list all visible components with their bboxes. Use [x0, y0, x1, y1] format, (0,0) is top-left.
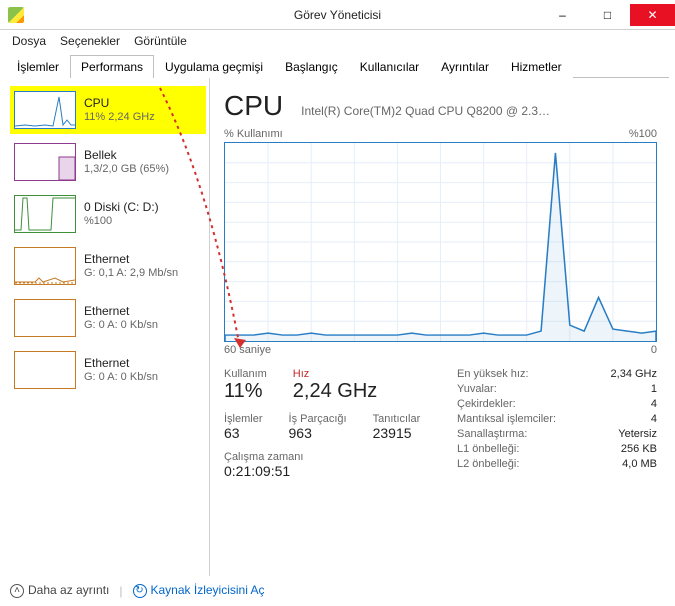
cpu-stats: Kullanım 11% Hız 2,24 GHz İşlemler 63 İş… [224, 368, 657, 479]
sidebar-item-ethernet-2[interactable]: Ethernet G: 0 A: 0 Kb/sn [10, 294, 206, 342]
sidebar-sublabel: 1,3/2,0 GB (65%) [84, 163, 169, 177]
chart-bottom-left-label: 60 saniye [224, 344, 271, 356]
sidebar-item-cpu[interactable]: CPU 11% 2,24 GHz [10, 86, 206, 134]
threads-value: 963 [289, 425, 347, 441]
resource-monitor-link[interactable]: ↻Kaynak İzleyicisini Aç [133, 583, 265, 598]
sidebar-label: CPU [84, 96, 155, 111]
disk-thumb [14, 195, 76, 233]
content-area: CPU 11% 2,24 GHz Bellek 1,3/2,0 GB (65%)… [0, 78, 675, 576]
close-button[interactable]: ✕ [630, 4, 675, 26]
cpu-model: Intel(R) Core(TM)2 Quad CPU Q8200 @ 2.3… [301, 104, 657, 118]
window-controls: – □ ✕ [540, 4, 675, 26]
detail-title: CPU [224, 90, 283, 122]
menu-view[interactable]: Görüntüle [128, 32, 193, 50]
logical-value: 4 [651, 413, 657, 425]
sidebar-sublabel: G: 0 A: 0 Kb/sn [84, 319, 158, 333]
speed-value: 2,24 GHz [293, 380, 377, 403]
fewer-details-link[interactable]: ˄Daha az ayrıntı [10, 583, 109, 598]
l1-value: 256 KB [621, 443, 657, 455]
tab-startup[interactable]: Başlangıç [274, 55, 349, 78]
virt-label: Sanallaştırma: [457, 428, 527, 440]
sidebar-label: Ethernet [84, 356, 158, 371]
maximize-button[interactable]: □ [585, 4, 630, 26]
sidebar-label: Ethernet [84, 304, 158, 319]
speed-label: Hız [293, 368, 377, 380]
ethernet-thumb [14, 247, 76, 285]
tab-app-history[interactable]: Uygulama geçmişi [154, 55, 274, 78]
threads-label: İş Parçacığı [289, 413, 347, 425]
cores-label: Çekirdekler: [457, 398, 516, 410]
footer-bar: ˄Daha az ayrıntı | ↻Kaynak İzleyicisini … [10, 583, 265, 598]
uptime-value: 0:21:09:51 [224, 463, 433, 479]
cpu-usage-chart [224, 142, 657, 342]
titlebar: Görev Yöneticisi – □ ✕ [0, 0, 675, 30]
cpu-chart-section: % Kullanımı %100 60 saniye 0 [224, 128, 657, 356]
resmon-icon: ↻ [133, 584, 147, 598]
sidebar-sublabel: 11% 2,24 GHz [84, 111, 155, 125]
processes-value: 63 [224, 425, 263, 441]
ethernet-thumb [14, 351, 76, 389]
tab-details[interactable]: Ayrıntılar [430, 55, 500, 78]
ethernet-thumb [14, 299, 76, 337]
window-title: Görev Yöneticisi [294, 8, 381, 22]
l2-value: 4,0 MB [622, 458, 657, 470]
handles-value: 23915 [373, 425, 421, 441]
tab-performance[interactable]: Performans [70, 55, 154, 78]
tab-strip: İşlemler Performans Uygulama geçmişi Baş… [6, 54, 669, 78]
app-icon [8, 7, 24, 23]
chart-top-right-label: %100 [629, 128, 657, 140]
sidebar-item-memory[interactable]: Bellek 1,3/2,0 GB (65%) [10, 138, 206, 186]
sidebar-label: 0 Diski (C: D:) [84, 200, 159, 215]
cpu-thumb [14, 91, 76, 129]
usage-value: 11% [224, 380, 267, 403]
tab-services[interactable]: Hizmetler [500, 55, 573, 78]
l2-label: L2 önbelleği: [457, 458, 519, 470]
menu-options[interactable]: Seçenekler [54, 32, 126, 50]
performance-sidebar: CPU 11% 2,24 GHz Bellek 1,3/2,0 GB (65%)… [0, 78, 210, 576]
sidebar-label: Bellek [84, 148, 169, 163]
sidebar-item-disk[interactable]: 0 Diski (C: D:) %100 [10, 190, 206, 238]
minimize-button[interactable]: – [540, 4, 585, 26]
menu-file[interactable]: Dosya [6, 32, 52, 50]
sidebar-label: Ethernet [84, 252, 178, 267]
cores-value: 4 [651, 398, 657, 410]
processes-label: İşlemler [224, 413, 263, 425]
detail-panel: CPU Intel(R) Core(TM)2 Quad CPU Q8200 @ … [210, 78, 675, 576]
sockets-label: Yuvalar: [457, 383, 497, 395]
chevron-up-icon: ˄ [10, 584, 24, 598]
sidebar-sublabel: %100 [84, 215, 159, 229]
tab-users[interactable]: Kullanıcılar [349, 55, 430, 78]
virt-value: Yetersiz [618, 428, 657, 440]
tab-processes[interactable]: İşlemler [6, 55, 70, 78]
memory-thumb [14, 143, 76, 181]
chart-top-left-label: % Kullanımı [224, 128, 283, 140]
menubar: Dosya Seçenekler Görüntüle [0, 30, 675, 52]
l1-label: L1 önbelleği: [457, 443, 519, 455]
sidebar-sublabel: G: 0 A: 0 Kb/sn [84, 371, 158, 385]
sidebar-item-ethernet-1[interactable]: Ethernet G: 0,1 A: 2,9 Mb/sn [10, 242, 206, 290]
uptime-label: Çalışma zamanı [224, 451, 433, 463]
chart-bottom-right-label: 0 [651, 344, 657, 356]
cpu-info-table: En yüksek hız: 2,34 GHz Yuvalar: 1 Çekirde… [457, 368, 657, 479]
usage-label: Kullanım [224, 368, 267, 380]
maxspeed-value: 2,34 GHz [611, 368, 657, 380]
logical-label: Mantıksal işlemciler: [457, 413, 556, 425]
separator: | [119, 584, 122, 598]
sidebar-item-ethernet-3[interactable]: Ethernet G: 0 A: 0 Kb/sn [10, 346, 206, 394]
sockets-value: 1 [651, 383, 657, 395]
handles-label: Tanıtıcılar [373, 413, 421, 425]
sidebar-sublabel: G: 0,1 A: 2,9 Mb/sn [84, 267, 178, 281]
maxspeed-label: En yüksek hız: [457, 368, 529, 380]
